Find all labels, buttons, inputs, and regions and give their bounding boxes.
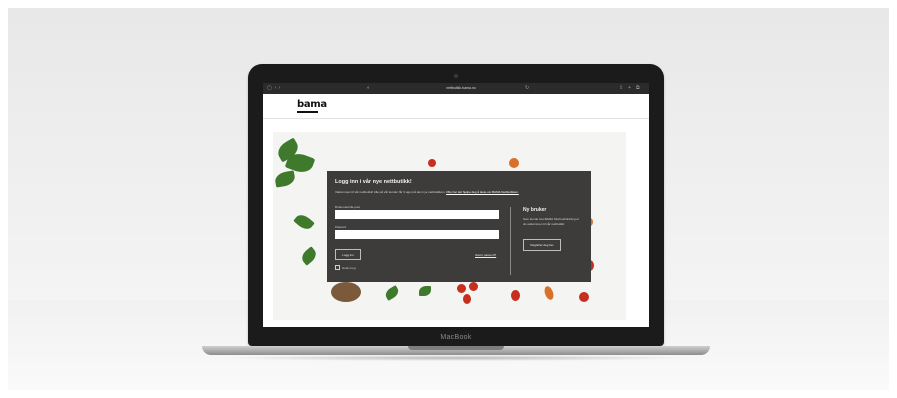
forward-icon[interactable]: › <box>278 83 280 94</box>
leaf-shape <box>293 211 315 233</box>
remember-checkbox[interactable] <box>335 265 340 270</box>
password-label: Passord <box>335 225 347 229</box>
base-shadow <box>220 355 692 361</box>
camera-icon <box>454 74 458 78</box>
tomato-shape <box>579 292 589 302</box>
help-link[interactable]: Ofte har det hjelpe deg å laste om BAMA … <box>446 190 519 194</box>
privacy-icon[interactable]: ◐ <box>367 83 370 94</box>
tomato-shape <box>457 284 466 293</box>
site-header: bama <box>263 94 649 119</box>
tomato-shape <box>511 290 520 301</box>
remember-me[interactable]: Husk meg <box>335 265 356 270</box>
register-button[interactable]: Registrer deg her <box>523 239 561 251</box>
new-tab-icon[interactable]: + <box>628 83 631 94</box>
leaf-shape <box>383 285 401 301</box>
password-input[interactable] <box>335 230 499 239</box>
back-icon[interactable]: ‹ <box>275 83 277 94</box>
tabs-icon[interactable]: ⧉ <box>636 83 640 94</box>
forgot-password-link[interactable]: Glemt passord? <box>475 253 496 257</box>
login-title: Logg inn i vår nye nettbutikk! <box>335 179 412 185</box>
new-user-description: Som kunde hos BAMA Storhusholdning er du… <box>523 217 580 226</box>
panel-divider <box>510 207 511 275</box>
root-vegetable <box>331 282 361 302</box>
tomato-shape <box>463 294 471 304</box>
leaf-shape <box>299 246 319 266</box>
new-user-title: Ny bruker <box>523 207 547 213</box>
username-label: Brukernavn/E-post <box>335 205 360 209</box>
address-bar[interactable]: nettbutikk.bama.no <box>441 86 481 91</box>
login-description: Velkommen til vår nettbutikk! Alle på vå… <box>335 190 519 194</box>
login-button[interactable]: Logg inn <box>335 249 361 260</box>
pepper-shape <box>509 158 519 168</box>
browser-toolbar: ▢ ‹ › ◐ nettbutikk.bama.no ↻ ⇪ + ⧉ <box>263 83 649 94</box>
macbook-label: MacBook <box>440 333 472 341</box>
login-description-text: Velkommen til vår nettbutikk! Alle på vå… <box>335 190 446 194</box>
username-input[interactable] <box>335 210 499 219</box>
bama-logo[interactable]: bama <box>297 99 327 110</box>
laptop-base <box>202 346 710 355</box>
tomato-shape <box>428 159 436 167</box>
share-icon[interactable]: ⇪ <box>619 83 623 94</box>
tomato-shape <box>469 282 478 291</box>
leaf-shape <box>273 170 297 188</box>
leaf-shape <box>419 286 431 296</box>
logo-underline <box>297 111 318 113</box>
reload-icon[interactable]: ↻ <box>525 83 529 94</box>
login-panel: Logg inn i vår nye nettbutikk! Velkommen… <box>327 171 591 282</box>
remember-label: Husk meg <box>342 265 356 270</box>
laptop-lid: ▢ ‹ › ◐ nettbutikk.bama.no ↻ ⇪ + ⧉ bama <box>248 64 664 346</box>
base-notch <box>408 346 504 350</box>
laptop-screen: ▢ ‹ › ◐ nettbutikk.bama.no ↻ ⇪ + ⧉ bama <box>263 83 649 327</box>
pepper-shape <box>542 285 556 301</box>
sidebar-icon[interactable]: ▢ <box>267 83 272 94</box>
laptop-chin: MacBook <box>248 328 664 346</box>
hero-image: Logg inn i vår nye nettbutikk! Velkommen… <box>273 132 626 320</box>
